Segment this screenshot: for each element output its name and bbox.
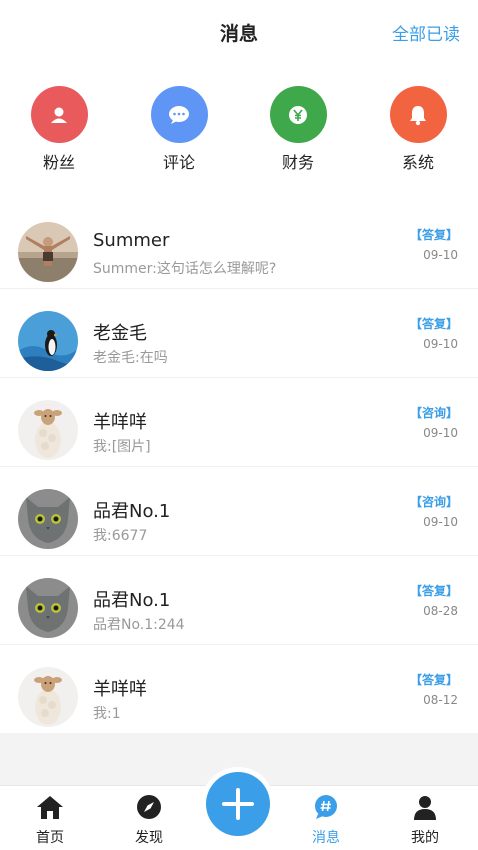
message-tag: 【答复】 xyxy=(409,317,458,331)
message-preview: 品君No.1:244 xyxy=(93,617,185,633)
message-row[interactable]: 羊咩咩 我:1 【答复】 08-12 xyxy=(0,645,478,734)
message-tag: 【答复】 xyxy=(409,228,458,242)
message-tag: 【咨询】 xyxy=(409,495,458,509)
add-post-button[interactable] xyxy=(206,772,270,836)
category-label: 财务 xyxy=(281,153,314,172)
message-tag: 【答复】 xyxy=(409,673,458,687)
hashtag-message-icon xyxy=(315,795,337,819)
tab-messages[interactable]: 消息 xyxy=(296,794,356,847)
contact-name: Summer xyxy=(93,230,170,251)
message-preview: 我:[图片] xyxy=(93,439,151,455)
message-row[interactable]: 品君No.1 我:6677 【咨询】 09-10 xyxy=(0,467,478,556)
tab-label: 首页 xyxy=(36,830,64,846)
category-label: 系统 xyxy=(401,153,434,172)
message-date: 08-12 xyxy=(423,693,458,707)
category-finance[interactable]: 财务 xyxy=(258,86,338,173)
avatar xyxy=(18,578,78,638)
message-tag: 【咨询】 xyxy=(409,406,458,420)
contact-name: 品君No.1 xyxy=(93,590,171,611)
avatar xyxy=(18,222,78,282)
message-date: 08-28 xyxy=(423,604,458,618)
comment-icon xyxy=(169,105,189,124)
tab-label: 发现 xyxy=(135,830,163,846)
avatar xyxy=(18,489,78,549)
system-circle xyxy=(389,86,447,143)
compass-icon xyxy=(137,795,161,819)
mark-all-read-button[interactable]: 全部已读 xyxy=(392,20,460,45)
category-row: 粉丝 评论 财务 系统 xyxy=(0,86,478,176)
yen-icon xyxy=(289,105,307,124)
contact-name: 品君No.1 xyxy=(93,501,171,522)
category-label: 粉丝 xyxy=(42,153,75,172)
message-preview: 我:1 xyxy=(93,706,121,722)
message-row[interactable]: 羊咩咩 我:[图片] 【咨询】 09-10 xyxy=(0,378,478,467)
user-icon xyxy=(414,796,436,820)
category-comments[interactable]: 评论 xyxy=(139,86,219,173)
avatar xyxy=(18,400,78,460)
avatar xyxy=(18,311,78,371)
message-date: 09-10 xyxy=(423,248,458,262)
category-fans[interactable]: 粉丝 xyxy=(19,86,99,173)
message-date: 09-10 xyxy=(423,515,458,529)
home-icon xyxy=(37,796,63,819)
tab-label: 消息 xyxy=(312,830,340,846)
category-system[interactable]: 系统 xyxy=(378,86,458,173)
message-date: 09-10 xyxy=(423,337,458,351)
bell-icon xyxy=(410,105,426,125)
top-bar: 消息 全部已读 xyxy=(0,0,478,64)
message-preview: 老金毛:在吗 xyxy=(93,350,168,366)
tab-discover[interactable]: 发现 xyxy=(119,794,179,847)
tab-home[interactable]: 首页 xyxy=(20,794,80,847)
avatar xyxy=(18,667,78,727)
message-row[interactable]: 老金毛 老金毛:在吗 【答复】 09-10 xyxy=(0,289,478,378)
tab-label: 我的 xyxy=(411,830,439,846)
message-preview: Summer:这句话怎么理解呢? xyxy=(93,261,277,277)
message-list: Summer Summer:这句话怎么理解呢? 【答复】 09-10 老金毛 老… xyxy=(0,200,478,734)
contact-name: 羊咩咩 xyxy=(93,679,147,700)
fans-circle xyxy=(30,86,88,143)
comments-circle xyxy=(150,86,208,143)
tab-mine[interactable]: 我的 xyxy=(395,794,455,847)
message-tag: 【答复】 xyxy=(409,584,458,598)
plus-icon xyxy=(222,788,254,820)
message-preview: 我:6677 xyxy=(93,528,148,544)
category-label: 评论 xyxy=(162,153,195,172)
user-icon xyxy=(51,107,67,123)
message-row[interactable]: Summer Summer:这句话怎么理解呢? 【答复】 09-10 xyxy=(0,200,478,289)
finance-circle xyxy=(269,86,327,143)
contact-name: 老金毛 xyxy=(93,323,147,344)
message-row[interactable]: 品君No.1 品君No.1:244 【答复】 08-28 xyxy=(0,556,478,645)
contact-name: 羊咩咩 xyxy=(93,412,147,433)
message-date: 09-10 xyxy=(423,426,458,440)
